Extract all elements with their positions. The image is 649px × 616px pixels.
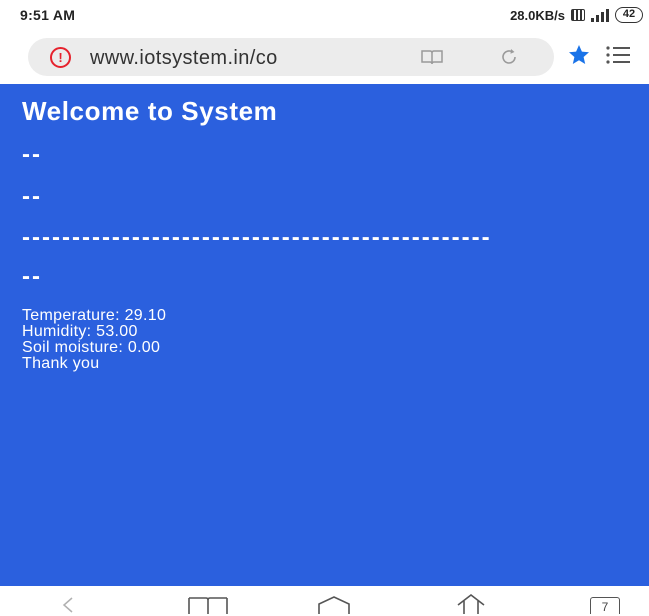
tab-count: 7	[601, 600, 609, 614]
menu-icon[interactable]	[605, 44, 631, 66]
network-speed: 28.0KB/s	[510, 7, 565, 23]
back-icon[interactable]	[56, 586, 80, 614]
placeholder-line-1: --	[22, 141, 42, 168]
tabs-icon: 7	[590, 597, 620, 614]
humidity-reading: Humidity: 53.00	[22, 323, 138, 340]
bookmarks-icon[interactable]	[180, 586, 236, 614]
soil-moisture-reading: Soil moisture: 0.00	[22, 339, 161, 356]
temperature-reading: Temperature: 29.10	[22, 307, 167, 324]
share-icon[interactable]	[450, 586, 492, 614]
thank-you-text: Thank you	[22, 355, 100, 372]
bookmark-star-icon[interactable]	[567, 43, 591, 67]
data-saver-icon	[571, 9, 585, 21]
status-bar: 9:51 AM 28.0KB/s 42	[0, 0, 649, 30]
sensor-readings: Temperature: 29.10 Humidity: 53.00 Soil …	[22, 308, 166, 372]
browser-toolbar: ! www.iotsystem.in/co	[0, 30, 649, 84]
url-field[interactable]: www.iotsystem.in/co	[90, 47, 390, 69]
signal-icon	[591, 8, 609, 22]
home-icon[interactable]	[314, 586, 354, 614]
battery-icon: 42	[615, 7, 643, 23]
reader-mode-icon[interactable]	[420, 48, 444, 66]
placeholder-line-2: --	[22, 183, 42, 210]
page-heading: Welcome to System	[22, 96, 278, 126]
status-indicators: 28.0KB/s 42	[510, 5, 643, 25]
status-time: 9:51 AM	[20, 7, 76, 23]
placeholder-line-3: --	[22, 263, 42, 290]
address-bar[interactable]: ! www.iotsystem.in/co	[28, 38, 554, 76]
tabs-button[interactable]: 7	[586, 586, 626, 614]
bottom-navigation: 7	[0, 586, 649, 614]
web-page: Welcome to System -- -- ----------------…	[0, 84, 649, 586]
separator-line: ----------------------------------------…	[22, 224, 492, 251]
warning-icon[interactable]: !	[50, 47, 71, 68]
refresh-icon[interactable]	[499, 47, 519, 67]
